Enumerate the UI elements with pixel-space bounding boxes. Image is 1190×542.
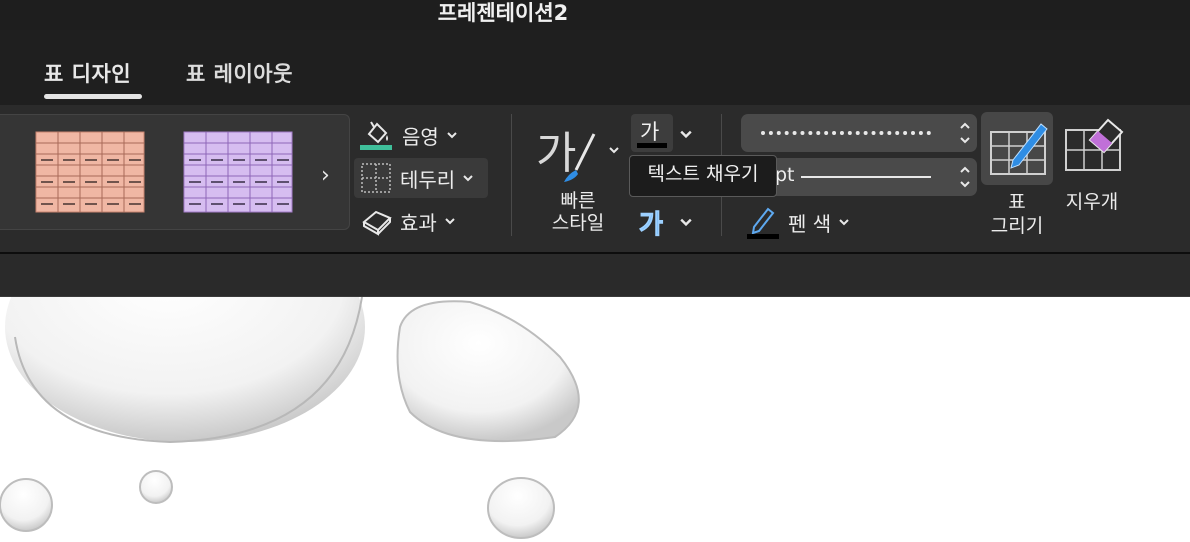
ribbon-tabs: 표 디자인 표 레이아웃 xyxy=(0,50,1190,105)
pen-weight-value: pt xyxy=(775,164,795,186)
chevron-down-icon xyxy=(839,219,849,226)
quick-styles-button[interactable]: 가 xyxy=(532,118,628,188)
pen-color-button[interactable]: 펜 색 xyxy=(746,205,849,239)
effects-button[interactable]: 효과 xyxy=(360,206,455,236)
quick-styles-label-line2: 스타일 xyxy=(551,212,605,234)
borders-label: 테두리 xyxy=(400,167,456,192)
tooltip: 텍스트 채우기 xyxy=(629,155,777,197)
shading-label: 음영 xyxy=(402,124,439,149)
borders-icon xyxy=(361,163,391,193)
quick-styles-label: 빠른 스타일 xyxy=(548,190,608,234)
quick-styles-brush-icon: 가 xyxy=(536,128,619,182)
table-style-thumbnail-salmon[interactable] xyxy=(35,131,145,213)
document-title: 프레젠테이션2 xyxy=(437,1,569,25)
stepper-arrows-icon xyxy=(960,166,970,188)
eraser-icon xyxy=(1065,118,1124,171)
pen-color-icon xyxy=(747,207,779,239)
eraser-button[interactable] xyxy=(1060,116,1126,180)
text-fill-button[interactable]: 가 xyxy=(631,114,673,152)
chevron-down-icon xyxy=(445,218,455,225)
chevron-down-icon xyxy=(447,132,457,139)
eraser-label: 지우개 xyxy=(1065,191,1119,213)
group-separator xyxy=(511,114,512,236)
water-drops-image xyxy=(0,297,580,539)
solid-line-sample xyxy=(801,176,931,178)
table-style-gallery[interactable]: › xyxy=(0,114,350,230)
text-outline-button[interactable]: 가 xyxy=(639,204,664,241)
paint-bucket-icon xyxy=(360,121,392,150)
shading-button[interactable]: 음영 xyxy=(360,118,457,152)
formula-area xyxy=(0,254,1190,297)
title-bar: 프레젠테이션2 xyxy=(0,0,1190,30)
chevron-down-icon xyxy=(463,175,473,182)
draw-table-button[interactable] xyxy=(981,112,1053,185)
stepper-arrows-icon xyxy=(960,122,970,144)
borders-button[interactable]: 테두리 xyxy=(360,162,473,194)
gallery-next-arrow-icon[interactable]: › xyxy=(321,163,330,188)
svg-text:가: 가 xyxy=(536,128,576,179)
draw-table-label: 표 그리기 xyxy=(981,190,1053,238)
chevron-down-icon[interactable] xyxy=(679,128,693,140)
tab-table-layout[interactable]: 표 레이아웃 xyxy=(186,58,293,88)
chevron-down-icon[interactable] xyxy=(679,216,693,228)
text-fill-glyph: 가 xyxy=(640,120,660,144)
quick-styles-label-line1: 빠른 xyxy=(560,190,596,212)
effects-cube-icon xyxy=(362,210,392,236)
draw-table-icon xyxy=(990,123,1048,175)
pen-style-dropdown[interactable] xyxy=(741,114,977,152)
active-tab-indicator xyxy=(44,94,142,99)
draw-table-label-line1: 표 xyxy=(1008,191,1026,213)
text-fill-color-swatch xyxy=(637,143,667,148)
tab-table-design[interactable]: 표 디자인 xyxy=(44,58,131,88)
table-style-thumbnail-lavender[interactable] xyxy=(183,131,293,213)
dotted-line-sample xyxy=(761,131,931,135)
effects-label: 효과 xyxy=(400,210,437,235)
draw-table-label-line2: 그리기 xyxy=(990,215,1044,237)
pen-color-label: 펜 색 xyxy=(788,211,832,236)
slide-canvas[interactable] xyxy=(0,297,1190,542)
